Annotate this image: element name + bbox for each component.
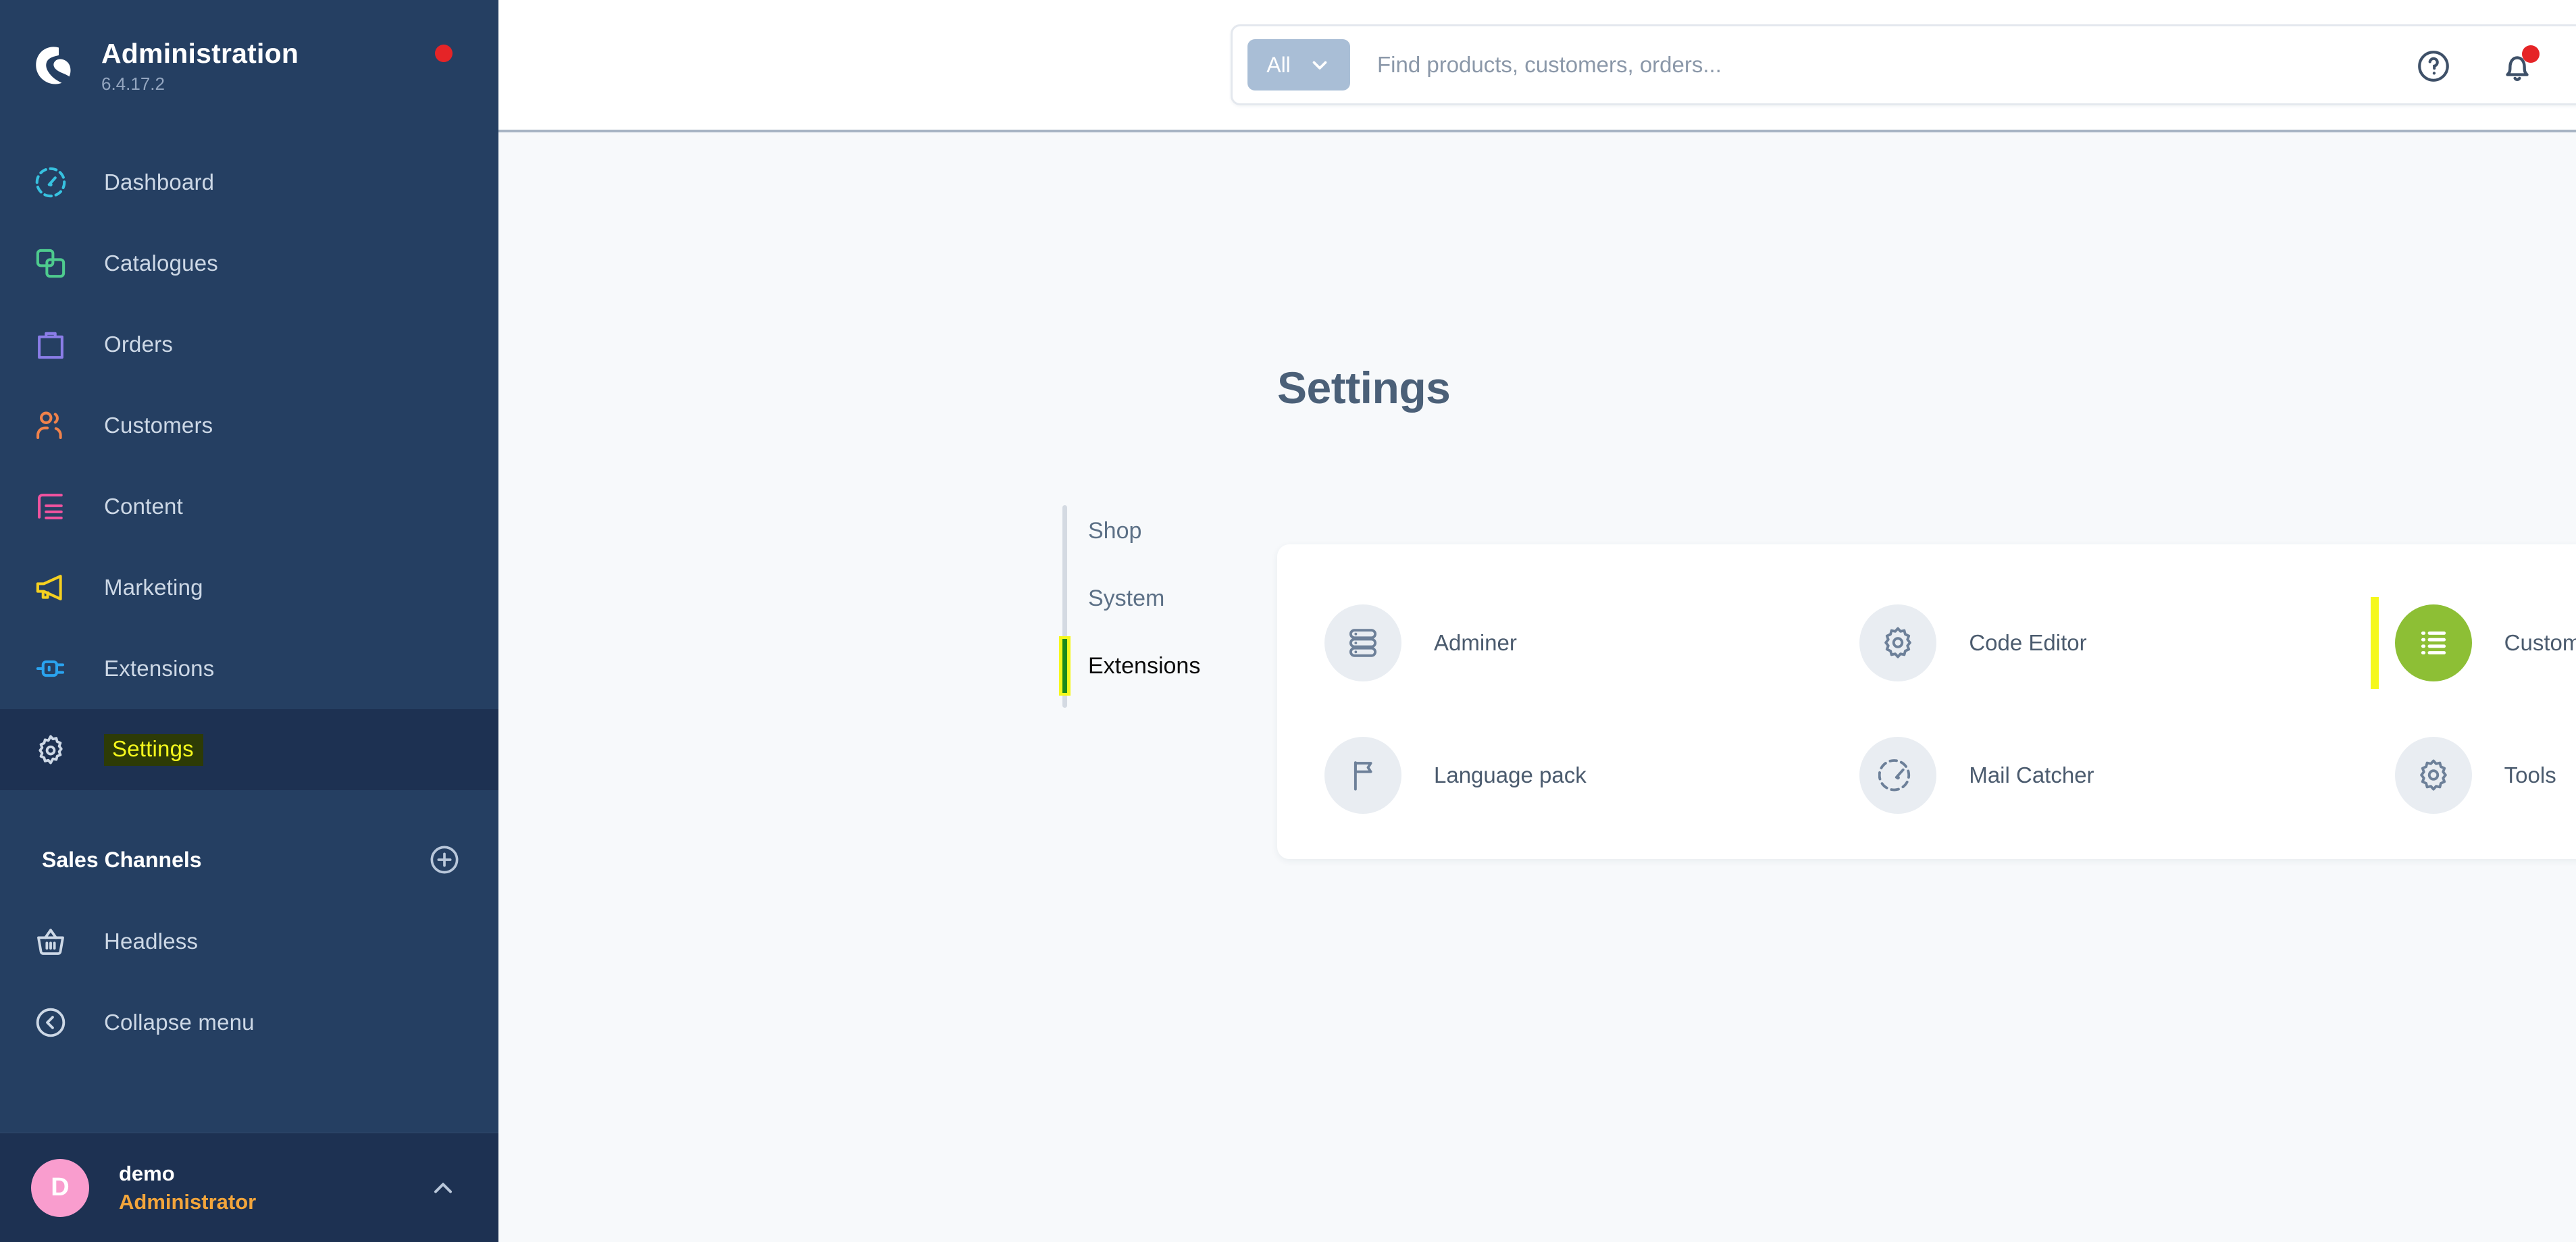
chevron-up-icon[interactable] [428,1173,458,1203]
user-name: demo [119,1161,175,1185]
content-area: Settings Shop System Extensions Adminer … [498,132,2576,1242]
search-scope-label: All [1266,52,1291,77]
content-icon [30,486,72,527]
extensions-card: Adminer Code Editor Custom Language pack… [1277,544,2576,859]
sidebar-item-marketing[interactable]: Marketing [0,547,498,628]
sidebar-item-content[interactable]: Content [0,466,498,547]
tab-label: System [1088,585,1165,611]
global-search-bar[interactable]: All [1231,24,2576,105]
sidebar-item-settings[interactable]: Settings [0,709,498,790]
topbar: All [498,0,2576,132]
sidebar-item-customers[interactable]: Customers [0,385,498,466]
chevron-down-icon [1312,61,1327,70]
brand-version: 6.4.17.2 [101,73,165,94]
sidebar-item-label: Settings [104,733,203,766]
tab-label: Shop [1088,517,1142,544]
user-menu[interactable]: D demo Administrator [0,1133,498,1242]
extension-item-custom-order-fields[interactable]: Custom Order Fields [2354,577,2576,709]
sidebar-item-catalogues[interactable]: Catalogues [0,223,498,304]
tab-shop[interactable]: Shop [1062,497,1252,565]
sidebar-item-label: Content [104,494,183,519]
extension-label: Custom Order Fields [2504,630,2576,655]
list-icon [2394,604,2472,681]
collapse-menu-button[interactable]: Collapse menu [0,982,498,1063]
highlight-marker [2370,597,2379,689]
sidebar-item-orders[interactable]: Orders [0,304,498,385]
extension-label: Language pack [1434,762,1587,787]
tab-system[interactable]: System [1062,565,1252,632]
collapse-menu-label: Collapse menu [104,1010,255,1035]
notification-bell-icon[interactable] [2498,45,2540,86]
sidebar-item-extensions[interactable]: Extensions [0,628,498,709]
extensions-grid: Adminer Code Editor Custom Language pack… [1277,577,2576,842]
extension-item-code-editor[interactable]: Code Editor [1819,577,2354,709]
sidebar-item-headless[interactable]: Headless [0,901,498,982]
gear-icon [30,729,72,771]
sidebar-brand[interactable]: Administration 6.4.17.2 [0,0,498,132]
database-icon [1324,604,1401,681]
plug-icon [30,648,72,690]
sidebar: Administration 6.4.17.2 Dashboard Catalo… [0,0,498,1242]
megaphone-icon [30,567,72,609]
plus-circle-icon[interactable] [427,842,462,877]
sidebar-item-label: Extensions [104,656,215,681]
extension-label: Adminer [1434,630,1517,655]
sidebar-item-label: Catalogues [104,251,218,276]
app-root: Administration 6.4.17.2 Dashboard Catalo… [0,0,2576,1242]
sidebar-item-label: Marketing [104,575,203,600]
notification-badge [2522,45,2540,63]
active-tab-marker [1059,636,1071,696]
sidebar-item-label: Customers [104,413,213,438]
extension-label: Code Editor [1969,630,2087,655]
gear-icon [2394,737,2472,814]
main-area: All Find products, customers, orders... … [498,0,2576,1242]
gauge-icon [1859,737,1937,814]
avatar: D [31,1158,89,1217]
sidebar-item-dashboard[interactable]: Dashboard [0,142,498,223]
extension-label: Tools [2504,762,2556,787]
bag-icon [30,324,72,365]
search-scope-selector[interactable]: All [1247,39,1350,90]
sales-channels-section: Sales Channels [0,819,498,901]
topbar-actions [2414,0,2540,132]
sidebar-item-label: Dashboard [104,170,215,195]
extension-label: Mail Catcher [1969,762,2094,787]
sales-channels-title: Sales Channels [42,847,202,872]
settings-tab-rail: Shop System Extensions [1059,497,1252,708]
gear-icon [1859,604,1937,681]
brand-title: Administration [101,38,299,70]
basket-icon [30,921,72,962]
chevron-left-circle-icon [30,1002,72,1043]
shopware-logo-icon [36,47,71,84]
help-icon[interactable] [2414,47,2453,86]
update-available-dot [435,45,453,62]
extension-item-tools[interactable]: Tools [2354,709,2576,842]
copy-icon [30,242,72,284]
gauge-icon [30,161,72,203]
sidebar-nav: Dashboard Catalogues Orders Customers Co… [0,132,498,790]
extension-item-language-pack[interactable]: Language pack [1284,709,1819,842]
user-meta: demo Administrator [119,1162,428,1214]
page-title: Settings [1277,363,1451,413]
tab-label: Extensions [1088,652,1201,679]
flag-icon [1324,737,1401,814]
users-icon [30,405,72,446]
extension-item-mail-catcher[interactable]: Mail Catcher [1819,709,2354,842]
search-input[interactable] [1377,52,2576,78]
tab-extensions[interactable]: Extensions [1059,632,1252,700]
sidebar-item-label: Headless [104,929,199,954]
sidebar-item-label: Orders [104,332,174,357]
extension-item-adminer[interactable]: Adminer [1284,577,1819,709]
user-role: Administrator [119,1189,257,1214]
